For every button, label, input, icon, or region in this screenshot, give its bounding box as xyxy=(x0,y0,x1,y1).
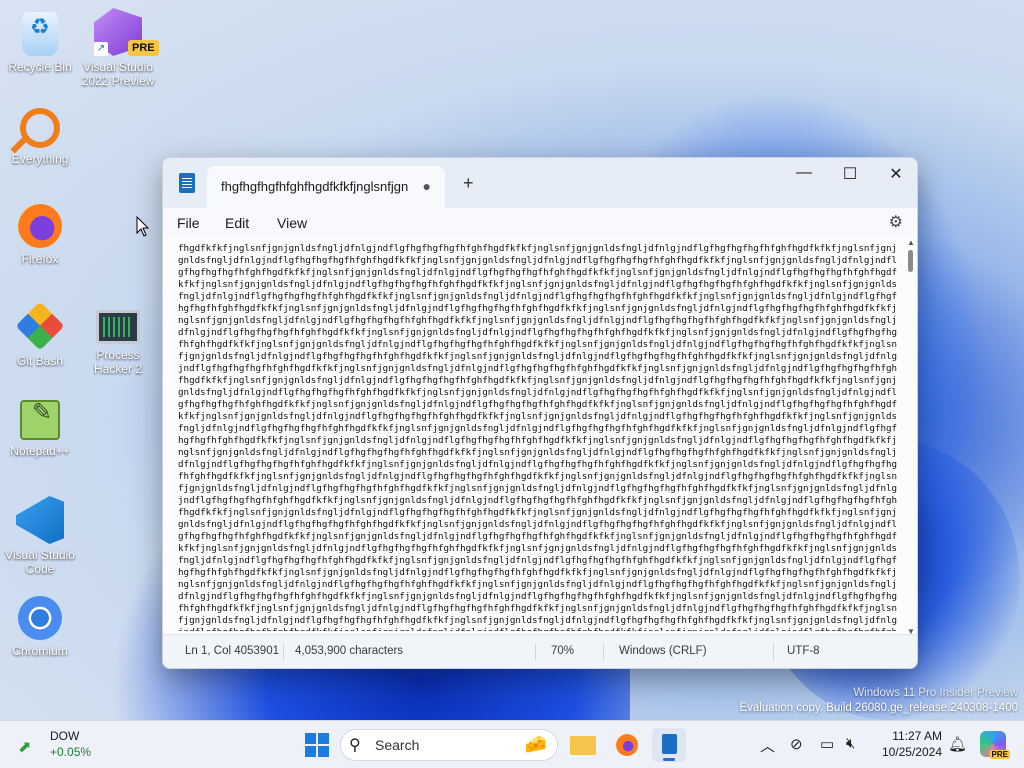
desktop-icon-process-hacker[interactable]: Process Hacker 2 xyxy=(80,302,156,376)
recycle-bin-icon xyxy=(22,12,58,56)
notepad-plus-plus-icon xyxy=(20,400,60,440)
text-editor[interactable]: fhgdfkfkfjnglsnfjgnjgnldsfngljdfnlgjndfl… xyxy=(163,238,917,636)
desktop-icon-label: Recycle Bin xyxy=(8,60,72,74)
settings-gear-icon[interactable]: ⚙ xyxy=(889,212,903,232)
menu-edit[interactable]: Edit xyxy=(225,215,249,231)
firefox-icon xyxy=(18,204,62,248)
desktop-icon-label: Process Hacker 2 xyxy=(93,348,143,376)
tab-title: fhgfhgfhgfhfghfhgdfkfkfjnglsnfjgn xyxy=(221,179,409,194)
unsaved-indicator-icon: ● xyxy=(422,178,431,194)
desktop-icon-label: Chromium xyxy=(12,644,68,658)
encoding[interactable]: UTF-8 xyxy=(787,645,820,657)
copilot-button[interactable]: PRE xyxy=(980,731,1010,759)
preview-badge: PRE xyxy=(128,40,159,56)
desktop-icon-firefox[interactable]: Firefox xyxy=(2,204,78,266)
taskbar-search[interactable]: ⚲ Search 🧀 xyxy=(340,729,558,761)
desktop-icon-vscode[interactable]: Visual Studio Code xyxy=(2,496,78,576)
search-label: Search xyxy=(375,737,420,753)
copilot-preview-badge: PRE xyxy=(989,750,1010,759)
status-divider xyxy=(773,643,774,661)
scroll-up-arrow-icon[interactable]: ▲ xyxy=(907,238,915,247)
zoom-level[interactable]: 70% xyxy=(551,645,574,657)
desktop-icon-notepad-plus-plus[interactable]: Notepad++ xyxy=(2,400,78,458)
desktop-icon-visual-studio-preview[interactable]: PRE ↗ Visual Studio 2022 Preview xyxy=(80,8,159,88)
stock-name: DOW xyxy=(50,729,80,743)
menu-file[interactable]: File xyxy=(177,215,200,231)
close-button[interactable]: ✕ xyxy=(873,164,917,184)
show-hidden-icons-chevron-icon[interactable]: ︿ xyxy=(760,735,775,756)
notification-bell-icon[interactable]: 🔔︎ xyxy=(948,735,967,753)
folder-icon xyxy=(570,736,596,755)
stock-change: +0.05% xyxy=(50,745,92,759)
line-ending[interactable]: Windows (CRLF) xyxy=(619,645,707,657)
desktop-icon-label: Visual Studio 2022 Preview xyxy=(81,60,155,88)
chromium-icon xyxy=(18,596,62,640)
vscode-icon xyxy=(16,496,64,544)
taskbar: ⬈ DOW +0.05% ⚲ Search 🧀 ︿ ⊘ ▭ 🔇︎ 11:27 A… xyxy=(0,720,1024,768)
windows-logo-pane xyxy=(305,746,316,757)
shortcut-arrow-icon: ↗ xyxy=(94,42,108,56)
start-button[interactable] xyxy=(300,728,334,762)
display-icon[interactable]: ▭ xyxy=(820,735,834,753)
trend-up-icon: ⬈ xyxy=(18,739,32,756)
windows-logo-icon xyxy=(305,733,316,744)
document-text[interactable]: fhgdfkfkfjnglsnfjgnjgnldsfngljdfnlgjndfl… xyxy=(178,243,900,631)
windows-logo-pane xyxy=(318,746,329,757)
git-bash-icon xyxy=(15,301,65,351)
maximize-button[interactable]: ☐ xyxy=(827,164,873,184)
status-divider xyxy=(283,643,284,661)
status-divider xyxy=(603,643,604,661)
watermark-build: Evaluation copy. Build 26080.ge_release.… xyxy=(739,702,1018,714)
everything-search-icon xyxy=(20,108,60,148)
notepad-app-icon xyxy=(179,173,195,193)
process-hacker-icon xyxy=(96,310,140,344)
volume-muted-icon[interactable]: 🔇︎ xyxy=(846,735,855,752)
status-divider xyxy=(535,643,536,661)
desktop-icon-git-bash[interactable]: Git Bash xyxy=(2,301,78,368)
search-highlight-icon: 🧀 xyxy=(524,734,547,754)
scrollbar-thumb[interactable] xyxy=(908,250,913,272)
system-clock[interactable]: 11:27 AM 10/25/2024 xyxy=(876,728,942,760)
file-explorer-button[interactable] xyxy=(566,728,600,762)
notepad-taskbar-button[interactable] xyxy=(652,728,686,762)
menu-view[interactable]: View xyxy=(277,215,307,231)
firefox-icon xyxy=(616,734,638,756)
menu-bar: File Edit View ⚙ xyxy=(163,208,917,238)
new-tab-button[interactable]: + xyxy=(463,173,474,194)
vertical-scrollbar[interactable]: ▲ ▼ xyxy=(907,238,915,636)
status-bar: Ln 1, Col 4053901 4,053,900 characters 7… xyxy=(163,634,917,668)
network-offline-icon[interactable]: ⊘ xyxy=(790,735,803,753)
evaluation-watermark: Windows 11 Pro Insider Preview Evaluatio… xyxy=(739,686,1018,716)
desktop-icon-recycle-bin[interactable]: Recycle Bin xyxy=(2,10,78,74)
firefox-taskbar-button[interactable] xyxy=(610,728,644,762)
watermark-edition: Windows 11 Pro Insider Preview xyxy=(853,687,1018,699)
notepad-icon xyxy=(662,734,677,754)
desktop-icon-label: Firefox xyxy=(21,252,59,266)
clock-time: 11:27 AM xyxy=(892,729,942,743)
desktop-icon-chromium[interactable]: Chromium xyxy=(2,596,78,658)
desktop-icon-label: Notepad++ xyxy=(10,444,70,458)
desktop-icon-label: Everything xyxy=(11,152,69,166)
clock-date: 10/25/2024 xyxy=(881,745,942,759)
document-tab[interactable]: fhgfhgfhgfhfghfhgdfkfkfjnglsnfjgn ● xyxy=(207,166,445,208)
desktop-icon-label: Git Bash xyxy=(16,354,64,368)
cursor-position: Ln 1, Col 4053901 xyxy=(185,645,279,657)
mouse-pointer-icon xyxy=(136,216,150,237)
desktop-icon-everything[interactable]: Everything xyxy=(2,106,78,166)
minimize-button[interactable]: — xyxy=(781,164,827,182)
character-count: 4,053,900 characters xyxy=(295,645,404,657)
search-icon: ⚲ xyxy=(349,737,361,754)
notepad-window[interactable]: fhgfhgfhgfhfghfhgdfkfkfjnglsnfjgn ● + — … xyxy=(162,157,918,669)
desktop-icon-label: Visual Studio Code xyxy=(5,548,75,576)
windows-logo-pane xyxy=(318,733,329,744)
title-bar[interactable]: fhgfhgfhgfhfghfhgdfkfkfjnglsnfjgn ● + — … xyxy=(163,158,917,208)
